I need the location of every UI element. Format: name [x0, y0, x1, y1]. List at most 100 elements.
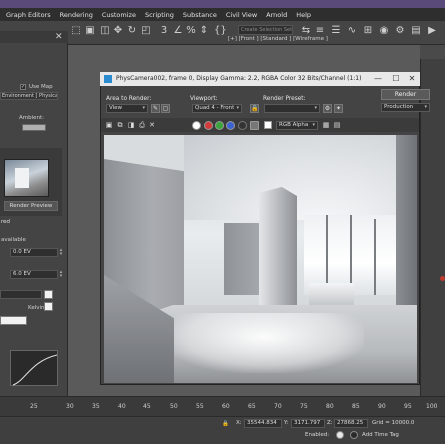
timeline-tick: 60	[222, 403, 230, 410]
material-editor-icon[interactable]: ◉	[378, 25, 390, 37]
timeline-tick: 65	[248, 403, 256, 410]
timeline-tick: 80	[326, 403, 334, 410]
spinner-icon[interactable]: ▴ ▾	[58, 248, 64, 257]
menu-arnold[interactable]: Arnold	[266, 11, 287, 19]
menu-rendering[interactable]: Rendering	[60, 11, 93, 19]
timeline-tick: 70	[274, 403, 282, 410]
channel-display-dropdown[interactable]: RGB Alpha	[276, 121, 318, 130]
tone-curve[interactable]	[10, 350, 58, 386]
channel-all-icon[interactable]	[192, 121, 201, 130]
white-balance-dropdown[interactable]	[0, 290, 42, 299]
viewport-dropdown-label: Viewport:	[190, 96, 218, 102]
x-coordinate-field[interactable]: 35544.834	[244, 419, 282, 428]
menu-substance[interactable]: Substance	[183, 11, 217, 19]
render-setup-icon[interactable]: ⚙	[323, 104, 332, 113]
menu-bar: Graph Editors Rendering Customize Script…	[0, 8, 445, 21]
copy-image-icon[interactable]: ⧉	[116, 121, 124, 129]
title-strip	[0, 0, 445, 8]
menu-graph-editors[interactable]: Graph Editors	[6, 11, 51, 19]
use-map-checkbox[interactable]: ✓	[20, 84, 26, 90]
area-to-render-dropdown[interactable]: View	[106, 104, 148, 113]
render-mode-dropdown[interactable]: Production	[381, 103, 430, 112]
green-channel-icon[interactable]	[215, 121, 224, 130]
y-label: Y:	[284, 420, 289, 426]
red-channel-icon[interactable]	[204, 121, 213, 130]
clone-frame-icon[interactable]: ◨	[127, 121, 135, 129]
timeline-tick: 75	[300, 403, 308, 410]
timeline-tick: 45	[143, 403, 151, 410]
percent-snap-icon[interactable]: %	[185, 25, 197, 37]
render-preset-dropdown[interactable]	[264, 104, 320, 113]
command-panel-tabs[interactable]	[420, 45, 445, 59]
timeline-tick: 25	[30, 403, 38, 410]
x-label: X:	[236, 420, 242, 426]
environment-effects-icon[interactable]: ✦	[334, 104, 343, 113]
lock-selection-icon[interactable]: 🔒	[222, 421, 229, 427]
z-coordinate-field[interactable]: 27868.25	[334, 419, 368, 428]
illuminant-swatch[interactable]	[44, 302, 53, 311]
clear-icon[interactable]: ✕	[148, 121, 156, 129]
spinner-icon[interactable]: ▴ ▾	[58, 270, 64, 279]
environment-map-button[interactable]: Environment [ Physical Su	[0, 92, 58, 100]
use-map-label: Use Map	[29, 84, 53, 90]
region-select-icon[interactable]: ▣	[84, 25, 96, 37]
ev-field-1[interactable]: 0.0 EV	[10, 248, 58, 257]
render-preset-label: Render Preset:	[263, 96, 306, 102]
viewport-label[interactable]: [+] [Front ] [Standard ] [Wireframe ]	[228, 36, 328, 42]
spinner-snap-icon[interactable]: ⇕	[198, 25, 210, 37]
exposure-section-header[interactable]: red	[0, 219, 62, 227]
lock-icon[interactable]: 🔒	[250, 104, 259, 113]
curve-editor-icon[interactable]: ∿	[346, 25, 358, 37]
render-icon[interactable]: ▶	[426, 25, 438, 37]
ambient-color-swatch[interactable]	[22, 124, 46, 131]
menu-civil-view[interactable]: Civil View	[226, 11, 257, 19]
layer-icon[interactable]: ☰	[330, 25, 342, 37]
close-icon[interactable]: ✕	[404, 72, 420, 86]
ambient-label: Ambient:	[19, 115, 45, 121]
menu-customize[interactable]: Customize	[102, 11, 136, 19]
snap-icon[interactable]: 3	[158, 25, 170, 37]
rendered-image[interactable]	[104, 135, 417, 383]
edit-region-icon[interactable]: ✎	[151, 104, 160, 113]
ev-field-2[interactable]: 6.0 EV	[10, 270, 58, 279]
render-setup-icon[interactable]: ⚙	[394, 25, 406, 37]
angle-snap-icon[interactable]: ∠	[172, 25, 184, 37]
window-crossing-icon[interactable]: ◫	[99, 25, 111, 37]
timeline-tick: 90	[378, 403, 386, 410]
render-preview-button[interactable]: Render Preview	[4, 201, 58, 211]
viewport-dropdown[interactable]: Quad 4 - Front	[192, 104, 242, 113]
toggle-ui-icon[interactable]: ▤	[333, 121, 341, 129]
timeline-tick: 55	[196, 403, 204, 410]
alpha-channel-icon[interactable]	[238, 121, 247, 130]
selection-set-dropdown[interactable]: Create Selection Set	[238, 25, 293, 35]
menu-help[interactable]: Help	[296, 11, 311, 19]
render-frame-icon[interactable]: ▤	[410, 25, 422, 37]
maximize-icon[interactable]: ☐	[388, 72, 404, 86]
mono-channel-icon[interactable]	[250, 121, 259, 130]
add-time-tag-button[interactable]: Add Time Tag	[362, 432, 399, 438]
move-icon[interactable]: ✥	[112, 25, 124, 37]
scale-icon[interactable]: ◰	[140, 25, 152, 37]
save-image-icon[interactable]: ▣	[105, 121, 113, 129]
toggle-ui-overlay-icon[interactable]: ▦	[322, 121, 330, 129]
timeline-tick: 85	[352, 403, 360, 410]
close-icon[interactable]: ✕	[55, 31, 65, 43]
menu-scripting[interactable]: Scripting	[145, 11, 174, 19]
timeline-tick: 35	[92, 403, 100, 410]
render-button[interactable]: Render	[381, 89, 430, 100]
auto-region-icon[interactable]: ▢	[161, 104, 170, 113]
print-icon[interactable]: ⎙	[138, 121, 146, 129]
swatch-icon[interactable]	[264, 121, 272, 129]
time-tag-toggle[interactable]	[350, 431, 358, 439]
minimize-icon[interactable]: —	[370, 72, 386, 86]
blue-channel-icon[interactable]	[226, 121, 235, 130]
schematic-icon[interactable]: ⊞	[362, 25, 374, 37]
select-icon[interactable]: ⬚	[70, 25, 82, 37]
y-coordinate-field[interactable]: 3171.797	[291, 419, 325, 428]
tint-swatch[interactable]	[0, 316, 27, 325]
rotate-icon[interactable]: ↻	[126, 25, 138, 37]
edit-named-sets-icon[interactable]: {}	[214, 25, 227, 37]
enabled-toggle[interactable]	[336, 431, 344, 439]
timeline-tick: 40	[118, 403, 126, 410]
white-balance-swatch[interactable]	[44, 290, 53, 299]
